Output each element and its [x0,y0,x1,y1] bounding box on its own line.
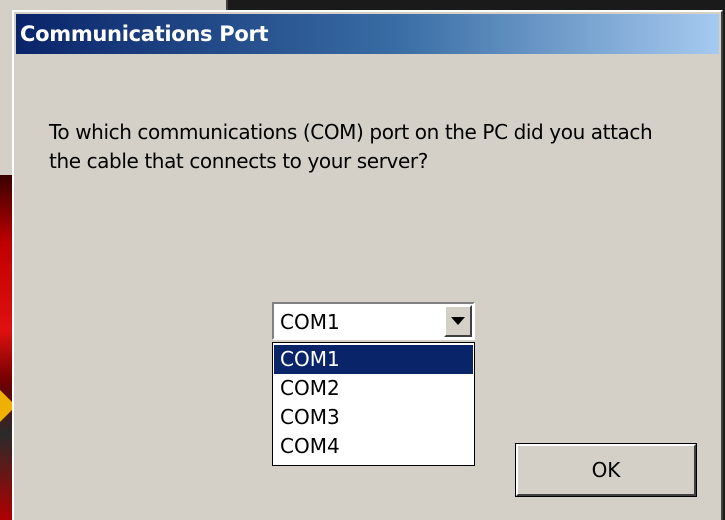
background-window-frame [186,0,228,10]
dropdown-option-com2[interactable]: COM2 [274,374,473,403]
com-port-dropdown-list: COM1 COM2 COM3 COM4 [272,342,475,466]
dropdown-option-com3[interactable]: COM3 [274,403,473,432]
prompt-text: To which communications (COM) port on th… [49,120,653,173]
dropdown-option-com1[interactable]: COM1 [274,345,473,374]
dropdown-button[interactable] [444,305,472,337]
chevron-down-icon [451,317,465,325]
com-port-select-value: COM1 [280,310,340,334]
ok-button[interactable]: OK [515,443,697,497]
com-port-select[interactable]: COM1 [272,302,475,340]
dropdown-option-com4[interactable]: COM4 [274,432,473,461]
dialog-titlebar[interactable]: Communications Port [16,14,719,54]
dialog-title: Communications Port [20,22,269,46]
communications-port-dialog: Communications Port To which communicati… [12,10,723,520]
